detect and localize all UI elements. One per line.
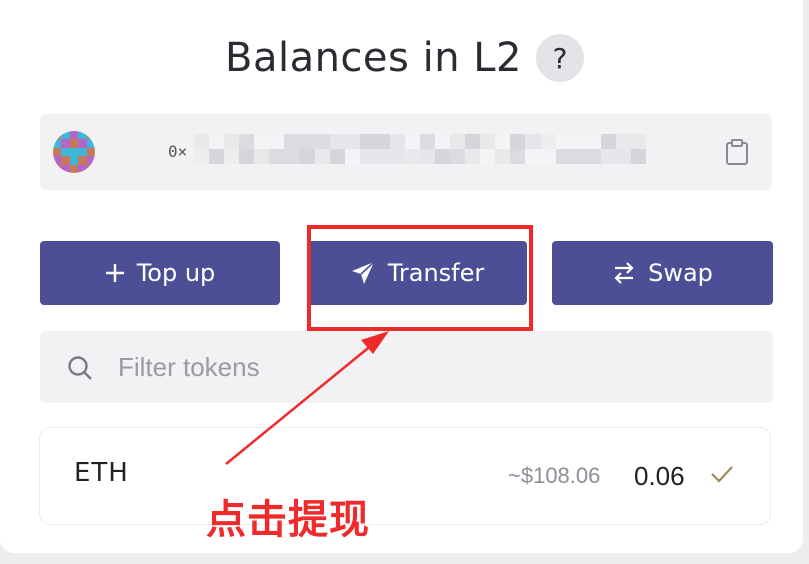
filter-tokens-field[interactable] bbox=[40, 331, 773, 403]
filter-tokens-input[interactable] bbox=[118, 331, 718, 403]
token-amount: 0.06 bbox=[634, 461, 685, 491]
annotation-text: 点击提现 bbox=[206, 497, 370, 543]
redacted-address bbox=[194, 134, 646, 164]
token-row[interactable]: ETH ~$108.06 0.06 bbox=[40, 428, 770, 524]
avatar bbox=[53, 131, 95, 173]
page-title: Balances in L2 bbox=[225, 35, 522, 81]
header: Balances in L2 ? bbox=[0, 28, 809, 88]
account-address-bar: 0× bbox=[40, 114, 772, 190]
swap-label: Swap bbox=[648, 259, 713, 287]
clipboard-icon[interactable] bbox=[724, 138, 750, 166]
token-usd-value: ~$108.06 bbox=[508, 463, 601, 488]
search-icon bbox=[68, 356, 92, 380]
token-symbol: ETH bbox=[74, 458, 129, 488]
plus-icon bbox=[105, 264, 124, 282]
top-up-label: Top up bbox=[136, 259, 216, 287]
swap-arrows-icon bbox=[614, 262, 634, 284]
top-up-button[interactable]: Top up bbox=[40, 241, 280, 305]
swap-button[interactable]: Swap bbox=[552, 241, 773, 305]
help-icon[interactable]: ? bbox=[536, 34, 584, 82]
account-address-prefix: 0× bbox=[168, 142, 188, 161]
check-icon bbox=[711, 466, 733, 483]
annotation-highlight-box bbox=[307, 225, 533, 331]
